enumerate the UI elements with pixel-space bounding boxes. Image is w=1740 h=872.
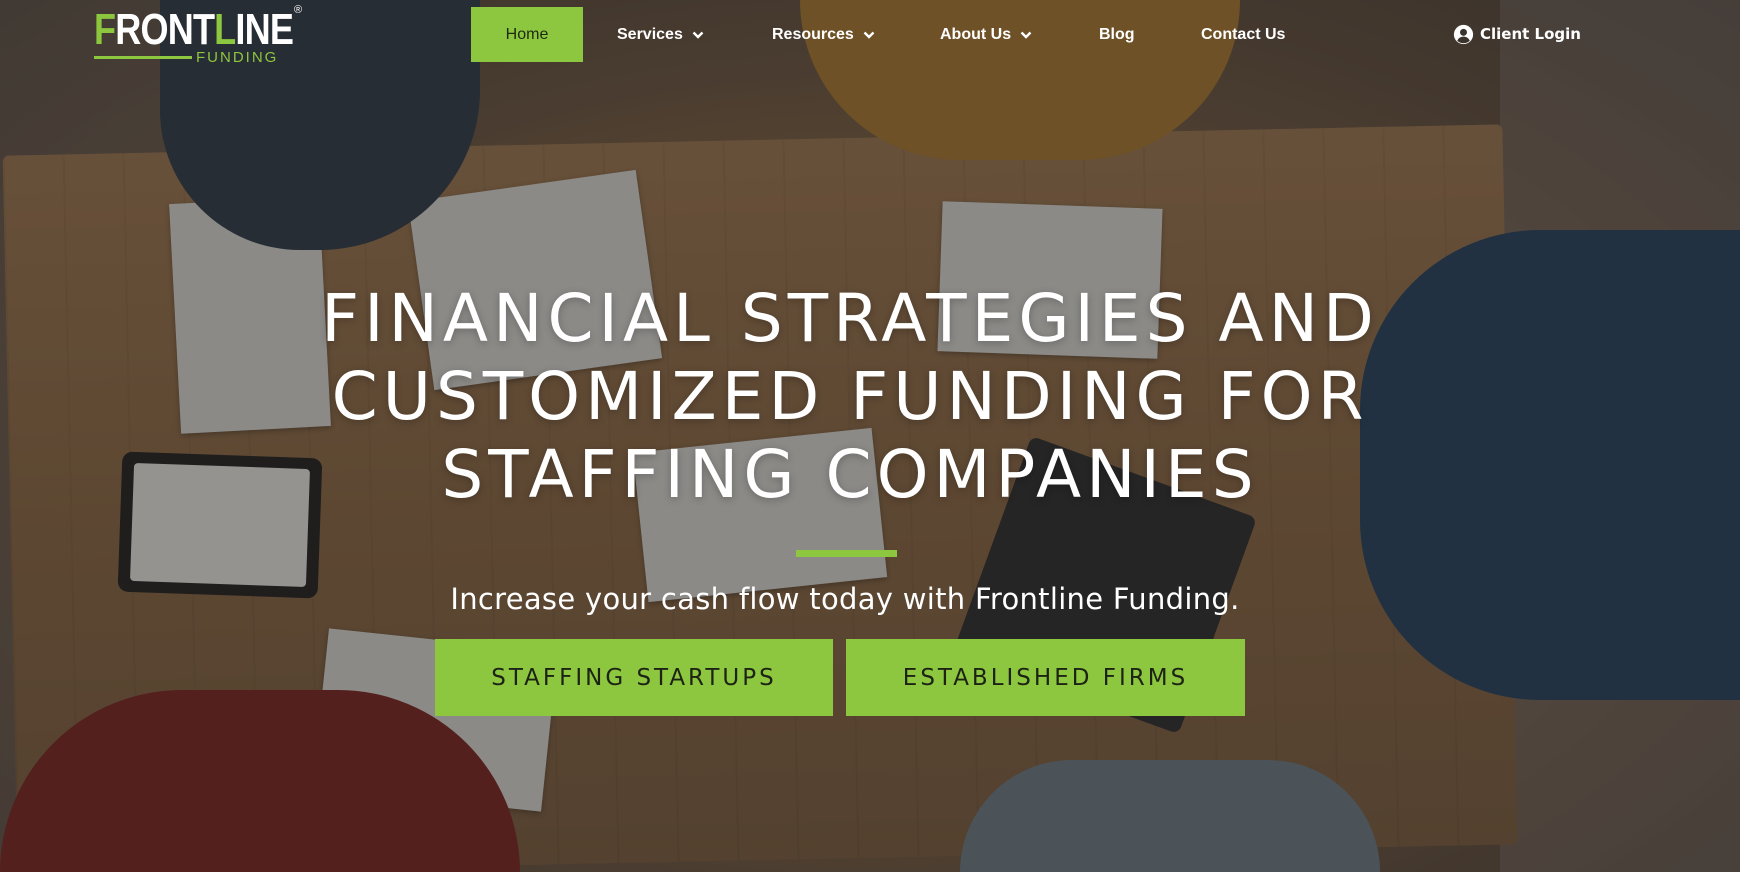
chevron-down-icon xyxy=(863,31,875,39)
hero-title-line: STAFFING COMPANIES xyxy=(441,436,1259,513)
nav-blog-label: Blog xyxy=(1099,25,1135,43)
hero-title-line: FINANCIAL STRATEGIES AND xyxy=(321,280,1379,357)
staffing-startups-label: STAFFING STARTUPS xyxy=(491,664,777,691)
user-circle-icon xyxy=(1453,24,1474,44)
nav-contact-us-label: Contact Us xyxy=(1201,25,1286,43)
chevron-down-icon xyxy=(692,31,704,39)
nav-home-label: Home xyxy=(505,25,549,43)
nav-services-label: Services xyxy=(617,25,683,43)
main-nav: Home Services Resources About Us Blog Co… xyxy=(0,0,1740,68)
hero-divider xyxy=(796,550,897,557)
client-login-link[interactable]: Client Login xyxy=(1453,22,1581,46)
established-firms-label: ESTABLISHED FIRMS xyxy=(902,664,1189,691)
hero-title: FINANCIAL STRATEGIES AND CUSTOMIZED FUND… xyxy=(210,280,1490,514)
established-firms-button[interactable]: ESTABLISHED FIRMS xyxy=(846,639,1245,716)
nav-home[interactable]: Home xyxy=(471,7,583,62)
page: FRONTLINE ® FUNDING Home Services Resour… xyxy=(0,0,1740,872)
nav-blog[interactable]: Blog xyxy=(1099,7,1135,62)
hero-title-line: CUSTOMIZED FUNDING FOR xyxy=(331,358,1369,435)
nav-services[interactable]: Services xyxy=(617,7,705,62)
nav-resources-label: Resources xyxy=(772,25,854,43)
hero-subtitle: Increase your cash flow today with Front… xyxy=(450,582,1240,616)
nav-resources[interactable]: Resources xyxy=(772,7,876,62)
staffing-startups-button[interactable]: STAFFING STARTUPS xyxy=(435,639,833,716)
nav-about-us[interactable]: About Us xyxy=(940,7,1033,62)
nav-contact-us[interactable]: Contact Us xyxy=(1201,7,1285,62)
nav-about-us-label: About Us xyxy=(940,25,1012,43)
client-login-label: Client Login xyxy=(1480,25,1581,43)
chevron-down-icon xyxy=(1020,31,1032,39)
